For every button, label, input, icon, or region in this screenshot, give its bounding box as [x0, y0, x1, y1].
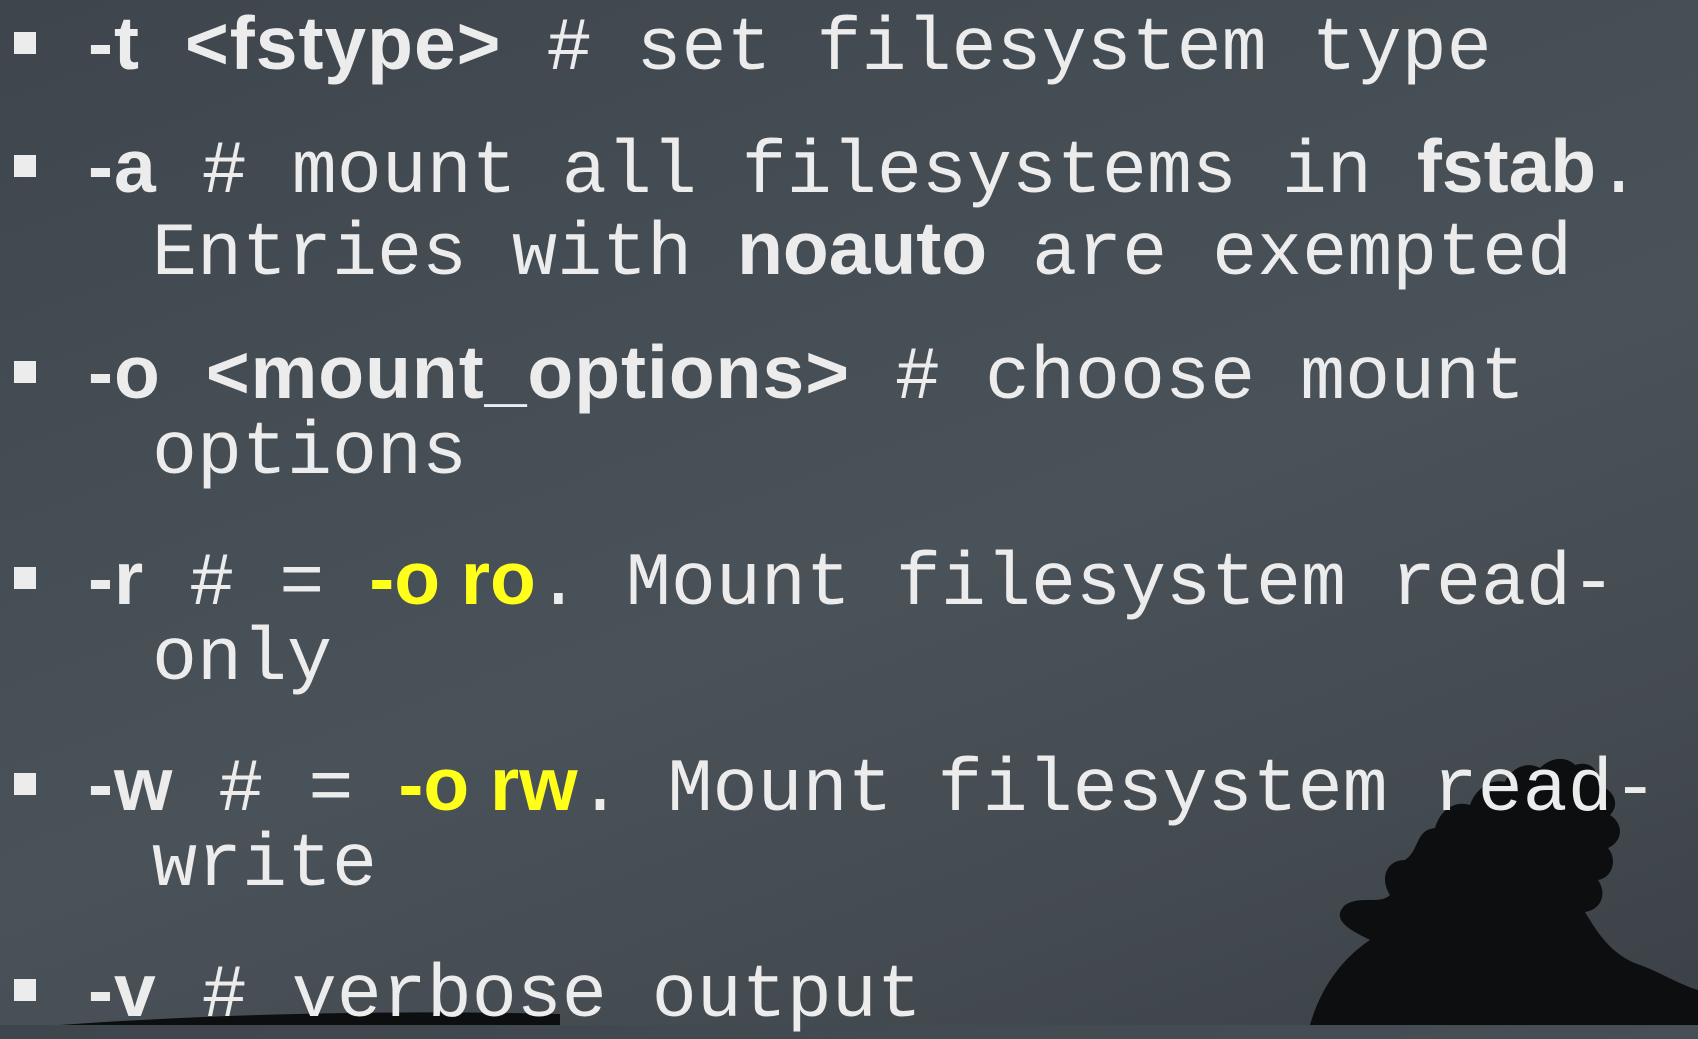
bullet-text: -t <fstype> # set filesystem type	[88, 2, 1688, 91]
bullet-marker	[14, 155, 36, 177]
option-argument: <fstype>	[184, 1, 502, 85]
continuation-suffix: are exempted	[987, 212, 1573, 297]
option-flag: -w	[88, 742, 174, 826]
bullet-text: -r # = -o ro. Mount filesystem read-	[88, 537, 1688, 626]
option-flag: -r	[88, 536, 145, 620]
option-flag: -t	[88, 1, 140, 85]
bullet-continuation: options	[152, 411, 468, 496]
highlight-ro: -o ro	[369, 536, 536, 620]
option-comment: # =	[189, 542, 370, 627]
continuation-text: Entries with	[152, 212, 738, 297]
slide: -t <fstype> # set filesystem type -a # m…	[0, 0, 1698, 1038]
option-comment: # =	[218, 748, 399, 833]
option-comment: # choose mount	[895, 336, 1526, 421]
comment-suffix: .	[1596, 130, 1642, 215]
bullet-continuation: write	[152, 823, 378, 908]
keyword-fstab: fstab	[1416, 124, 1597, 208]
bullet-text: -a # mount all filesystems in fstab.	[88, 125, 1688, 214]
bullet-marker	[14, 32, 36, 54]
comment-suffix: . Mount filesystem read-	[535, 542, 1617, 627]
option-comment: # set filesystem type	[546, 7, 1492, 92]
bullet-marker	[14, 979, 36, 1001]
option-comment: # verbose output	[201, 954, 922, 1039]
bullet-marker	[14, 773, 36, 795]
bullet-continuation: only	[152, 617, 333, 702]
option-flag: -a	[88, 124, 157, 208]
option-argument: <mount_options>	[205, 330, 850, 414]
bullet-marker	[14, 361, 36, 383]
option-comment: # mount all filesystems in	[201, 130, 1417, 215]
option-flag: -o	[88, 330, 161, 414]
bullet-text: -w # = -o rw. Mount filesystem read-	[88, 743, 1688, 832]
option-flag: -v	[88, 948, 157, 1032]
bullet-marker	[14, 567, 36, 589]
highlight-rw: -o rw	[398, 742, 578, 826]
bullet-text: -o <mount_options> # choose mount	[88, 331, 1688, 420]
bullet-continuation: Entries with noauto are exempted	[152, 207, 1572, 296]
keyword-noauto: noauto	[737, 206, 988, 290]
comment-suffix: . Mount filesystem read-	[577, 748, 1658, 833]
